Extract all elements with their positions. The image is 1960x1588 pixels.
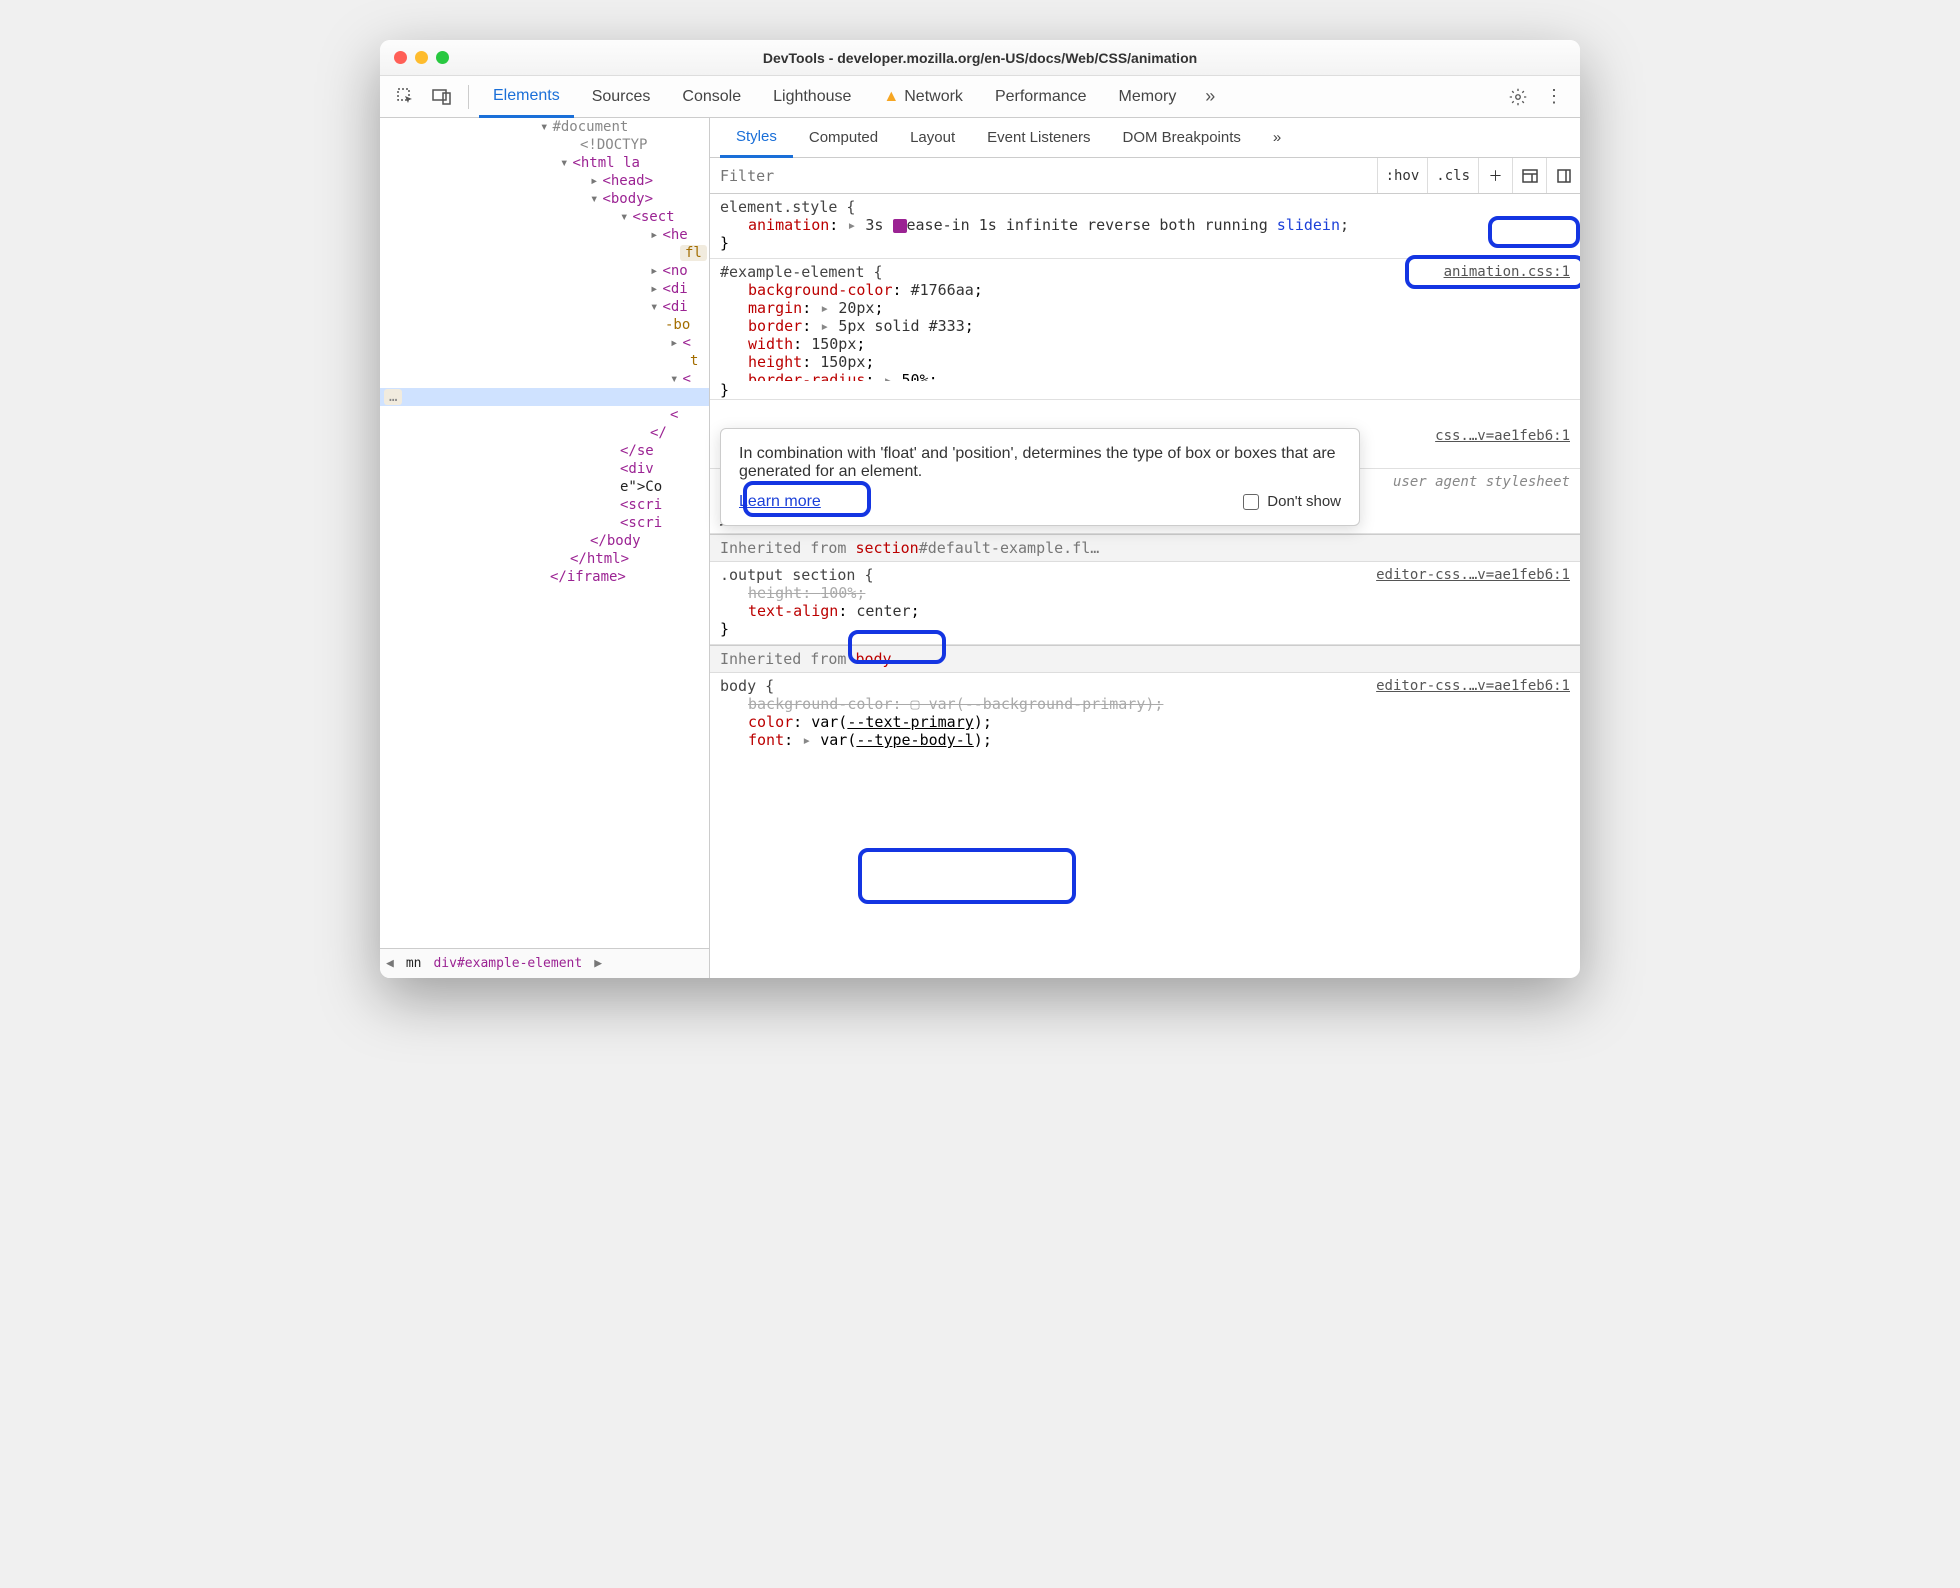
- keyframes-link[interactable]: slidein: [1277, 216, 1340, 234]
- tab-lighthouse[interactable]: Lighthouse: [759, 76, 865, 117]
- window-title: DevTools - developer.mozilla.org/en-US/d…: [380, 50, 1580, 66]
- tab-console[interactable]: Console: [668, 76, 755, 117]
- styles-tab-event-listeners[interactable]: Event Listeners: [971, 118, 1106, 157]
- source-link[interactable]: editor-css.…v=ae1feb6:1: [1376, 567, 1570, 583]
- styles-panel: Styles Computed Layout Event Listeners D…: [710, 118, 1580, 978]
- styles-tabs: Styles Computed Layout Event Listeners D…: [710, 118, 1580, 158]
- rule-example-element[interactable]: animation.css:1 #example-element { backg…: [710, 259, 1580, 400]
- styles-tab-computed[interactable]: Computed: [793, 118, 894, 157]
- flex-badge[interactable]: fl: [680, 245, 707, 261]
- filter-bar: :hov .cls ＋: [710, 158, 1580, 194]
- source-link[interactable]: animation.css:1: [1444, 264, 1570, 280]
- new-style-rule-icon[interactable]: ＋: [1478, 158, 1512, 193]
- breadcrumb-next-icon[interactable]: ▶: [594, 956, 602, 971]
- cls-toggle[interactable]: .cls: [1427, 158, 1478, 193]
- rule-output-section[interactable]: editor-css.…v=ae1feb6:1 .output section …: [710, 562, 1580, 645]
- breadcrumb-segment[interactable]: mn: [406, 956, 422, 971]
- source-link[interactable]: css.…v=ae1feb6:1: [1435, 428, 1570, 444]
- close-window-icon[interactable]: [394, 51, 407, 64]
- warning-icon: ▲: [883, 88, 899, 106]
- property-tooltip: In combination with 'float' and 'positio…: [720, 428, 1360, 526]
- css-var-link[interactable]: --text-primary: [847, 713, 973, 731]
- filter-input[interactable]: [710, 167, 1377, 185]
- tab-sources[interactable]: Sources: [578, 76, 665, 117]
- main-toolbar: Elements Sources Console Lighthouse ▲Net…: [380, 76, 1580, 118]
- minimize-window-icon[interactable]: [415, 51, 428, 64]
- rule-body[interactable]: editor-css.…v=ae1feb6:1 body { backgroun…: [710, 673, 1580, 755]
- css-rules-list: element.style { animation: ▸ 3s ease-in …: [710, 194, 1580, 978]
- inherited-from-section: Inherited from section#default-example.f…: [710, 534, 1580, 562]
- dom-tree-panel[interactable]: #document <!DOCTYP <html la <head> <body…: [380, 118, 710, 978]
- maximize-window-icon[interactable]: [436, 51, 449, 64]
- computed-styles-sidebar-icon[interactable]: [1512, 158, 1546, 193]
- inherited-from-body: Inherited from body: [710, 645, 1580, 673]
- styles-tab-layout[interactable]: Layout: [894, 118, 971, 157]
- checkbox-icon[interactable]: [1243, 494, 1259, 510]
- inspect-element-icon[interactable]: [390, 81, 422, 113]
- breadcrumb-segment[interactable]: div#example-element: [433, 956, 582, 971]
- styles-tab-dom-breakpoints[interactable]: DOM Breakpoints: [1107, 118, 1257, 157]
- settings-gear-icon[interactable]: [1502, 81, 1534, 113]
- kebab-menu-icon[interactable]: ⋮: [1538, 81, 1570, 113]
- main-content: #document <!DOCTYP <html la <head> <body…: [380, 118, 1580, 978]
- learn-more-link[interactable]: Learn more: [739, 493, 821, 511]
- titlebar: DevTools - developer.mozilla.org/en-US/d…: [380, 40, 1580, 76]
- source-link[interactable]: editor-css.…v=ae1feb6:1: [1376, 678, 1570, 694]
- dont-show-toggle[interactable]: Don't show: [1243, 493, 1341, 510]
- tab-memory[interactable]: Memory: [1105, 76, 1191, 117]
- tooltip-text: In combination with 'float' and 'positio…: [739, 445, 1341, 481]
- device-toolbar-icon[interactable]: [426, 81, 458, 113]
- rule-element-style[interactable]: element.style { animation: ▸ 3s ease-in …: [710, 194, 1580, 259]
- breadcrumb[interactable]: ◀ mn div#example-element ▶: [380, 948, 709, 978]
- tab-elements[interactable]: Elements: [479, 77, 574, 118]
- more-tabs-icon[interactable]: »: [1194, 81, 1226, 113]
- hov-toggle[interactable]: :hov: [1377, 158, 1428, 193]
- breadcrumb-prev-icon[interactable]: ◀: [386, 956, 394, 971]
- more-style-tabs-icon[interactable]: »: [1257, 118, 1297, 157]
- easing-editor-icon[interactable]: [893, 219, 907, 233]
- ua-stylesheet-label: user agent stylesheet: [1393, 474, 1570, 490]
- styles-tab-styles[interactable]: Styles: [720, 119, 793, 158]
- css-var-link[interactable]: --type-body-l: [856, 731, 973, 749]
- devtools-window: DevTools - developer.mozilla.org/en-US/d…: [380, 40, 1580, 978]
- tab-performance[interactable]: Performance: [981, 76, 1101, 117]
- window-controls: [394, 51, 449, 64]
- toggle-rendering-panel-icon[interactable]: [1546, 158, 1580, 193]
- tab-network[interactable]: ▲Network: [869, 76, 977, 117]
